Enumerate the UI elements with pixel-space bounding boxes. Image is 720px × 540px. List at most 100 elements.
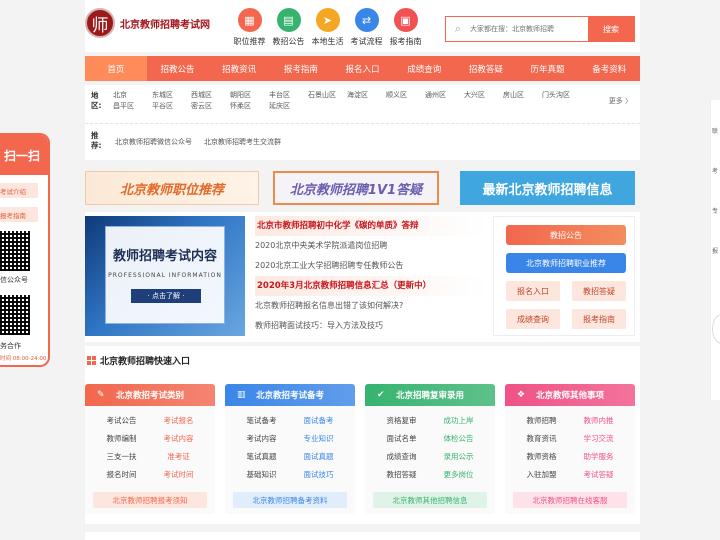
category-link[interactable]: 成绩查询 <box>373 448 430 466</box>
category-link[interactable]: 资格复审 <box>373 412 430 430</box>
district-link[interactable]: 昌平区 <box>113 101 152 112</box>
category-link[interactable]: 学习交流 <box>570 430 627 448</box>
feature-button[interactable]: · 点击了解 · <box>131 289 201 303</box>
score-query-button[interactable]: 成绩查询 <box>506 309 560 329</box>
right-float-link[interactable]: 联 <box>712 126 718 135</box>
category-link[interactable]: 面试技巧 <box>290 466 347 484</box>
nav-item-2[interactable]: 招教资讯 <box>208 56 270 81</box>
notice-button[interactable]: 教招公告 <box>506 225 626 245</box>
category-link[interactable]: 准考证 <box>150 448 207 466</box>
category-header: ✎ 北京教招考试类别 <box>85 384 215 406</box>
news-link[interactable]: 北京市教师招聘初中化学《碳的单质》答辩 <box>255 216 487 236</box>
district-link[interactable]: 海淀区 <box>347 90 386 101</box>
recommend-link[interactable]: 北京教师招聘考生交流群 <box>204 137 281 147</box>
category-link[interactable]: 入驻加盟 <box>513 466 570 484</box>
category-link[interactable]: 面试名单 <box>373 430 430 448</box>
more-districts-link[interactable]: 更多 〉 <box>609 96 632 106</box>
nav-item-4[interactable]: 报名入口 <box>332 56 394 81</box>
district-link[interactable]: 顺义区 <box>386 90 425 101</box>
banner-qa[interactable]: 北京教师招聘1V1答疑 <box>273 171 439 205</box>
district-link[interactable]: 北京 <box>113 90 152 101</box>
register-entry-button[interactable]: 报名入口 <box>506 281 560 301</box>
guide-tag[interactable]: 报考指南 <box>0 207 38 222</box>
district-link[interactable]: 石景山区 <box>308 90 347 101</box>
right-float-link[interactable]: 专 <box>712 206 718 215</box>
banner-latest-info[interactable]: 最新北京教师招聘信息 <box>460 171 635 205</box>
feature-image[interactable]: 教师招聘考试内容 PROFESSIONAL INFORMATION · 点击了解… <box>85 216 245 336</box>
guide-button[interactable]: 报考指南 <box>572 309 626 329</box>
nav-item-6[interactable]: 招教答疑 <box>455 56 517 81</box>
right-float-link[interactable]: 考 <box>712 166 718 175</box>
district-link[interactable]: 平谷区 <box>152 101 191 112</box>
category-link[interactable]: 笔试备考 <box>233 412 290 430</box>
nav-item-0[interactable]: 首页 <box>85 56 147 81</box>
district-link[interactable]: 密云区 <box>191 101 230 112</box>
category-link[interactable]: 教师编制 <box>93 430 150 448</box>
nav-item-5[interactable]: 成绩查询 <box>393 56 455 81</box>
job-recommend-button[interactable]: 北京教师招聘职业推荐 <box>506 253 626 273</box>
nav-item-3[interactable]: 报考指南 <box>270 56 332 81</box>
news-link[interactable]: 2020北京中央美术学院派遣岗位招聘 <box>255 236 487 256</box>
category-link[interactable]: 三支一扶 <box>93 448 150 466</box>
banner-job-recommend[interactable]: 北京教师职位推荐 <box>85 171 259 205</box>
category-link[interactable]: 教师内推 <box>570 412 627 430</box>
recommend-link[interactable]: 北京教师招聘微信公众号 <box>115 137 192 147</box>
category-link[interactable]: 笔试真题 <box>233 448 290 466</box>
category-link[interactable]: 考试内容 <box>150 430 207 448</box>
quick-link-4[interactable]: ▣ 报考指南 <box>386 8 425 47</box>
district-link[interactable]: 西城区 <box>191 90 230 101</box>
search-input[interactable] <box>470 17 588 41</box>
category-link[interactable]: 教招答疑 <box>373 466 430 484</box>
category-link[interactable]: 教师资格 <box>513 448 570 466</box>
right-float-link[interactable]: 报 <box>712 246 718 255</box>
category-link[interactable]: 教师招聘 <box>513 412 570 430</box>
feature-subtitle: PROFESSIONAL INFORMATION <box>108 272 222 279</box>
quick-link-1[interactable]: ▤ 教招公告 <box>269 8 308 47</box>
category-link[interactable]: 面试备考 <box>290 412 347 430</box>
category-link[interactable]: 助学服务 <box>570 448 627 466</box>
category-link[interactable]: 考试报名 <box>150 412 207 430</box>
category-link[interactable]: 面试真题 <box>290 448 347 466</box>
category-link[interactable]: 更多岗位 <box>430 466 487 484</box>
exam-intro-tag[interactable]: 考试介绍 <box>0 183 38 198</box>
category-link[interactable]: 教育资讯 <box>513 430 570 448</box>
news-link[interactable]: 教师招聘面试技巧：导入方法及技巧 <box>255 316 487 336</box>
category-footer-link[interactable]: 北京教师招聘备考资料 <box>233 492 347 508</box>
category-link[interactable]: 专业知识 <box>290 430 347 448</box>
category-link[interactable]: 考试答疑 <box>570 466 627 484</box>
district-link[interactable]: 通州区 <box>425 90 464 101</box>
category-link[interactable]: 考试时间 <box>150 466 207 484</box>
category-link[interactable]: 基础知识 <box>233 466 290 484</box>
district-link[interactable]: 房山区 <box>503 90 542 101</box>
nav-item-7[interactable]: 历年真题 <box>517 56 579 81</box>
quick-link-2[interactable]: ➤ 本地生活 <box>308 8 347 47</box>
district-link[interactable]: 门头沟区 <box>542 90 581 101</box>
nav-item-1[interactable]: 招教公告 <box>147 56 209 81</box>
category-link[interactable]: 考试内容 <box>233 430 290 448</box>
quick-link-0[interactable]: ▦ 职位推荐 <box>230 8 269 47</box>
qa-button[interactable]: 教招答疑 <box>572 281 626 301</box>
site-logo[interactable]: 师 北京教师招聘考试网 <box>85 8 210 38</box>
quick-link-3[interactable]: ⇄ 考试流程 <box>347 8 386 47</box>
district-link[interactable]: 朝阳区 <box>230 90 269 101</box>
nav-item-8[interactable]: 备考资料 <box>578 56 640 81</box>
news-link[interactable]: 2020年3月北京教师招聘信息汇总（更新中） <box>255 276 487 296</box>
district-link[interactable]: 延庆区 <box>269 101 308 112</box>
district-link[interactable]: 怀柔区 <box>230 101 269 112</box>
news-link[interactable]: 2020北京工业大学招聘招聘专任教师公告 <box>255 256 487 276</box>
search-button[interactable]: 搜索 <box>588 17 634 41</box>
district-link[interactable]: 丰台区 <box>269 90 308 101</box>
news-link[interactable]: 北京教师招聘报名信息出错了该如何解决? <box>255 296 487 316</box>
district-link[interactable]: 大兴区 <box>464 90 503 101</box>
category-footer-link[interactable]: 北京教师招聘报考须知 <box>93 492 207 508</box>
back-to-top-button[interactable] <box>712 314 720 344</box>
district-link[interactable]: 东城区 <box>152 90 191 101</box>
category-link[interactable]: 报名时间 <box>93 466 150 484</box>
category-link[interactable]: 录用公示 <box>430 448 487 466</box>
category-footer-link[interactable]: 北京教师其他招聘信息 <box>373 492 487 508</box>
category-link[interactable]: 体检公告 <box>430 430 487 448</box>
category-link[interactable]: 成功上岸 <box>430 412 487 430</box>
category-title: 北京教招考试类别 <box>115 391 184 401</box>
category-footer-link[interactable]: 北京教师招聘在线客服 <box>513 492 627 508</box>
category-link[interactable]: 考试公告 <box>93 412 150 430</box>
